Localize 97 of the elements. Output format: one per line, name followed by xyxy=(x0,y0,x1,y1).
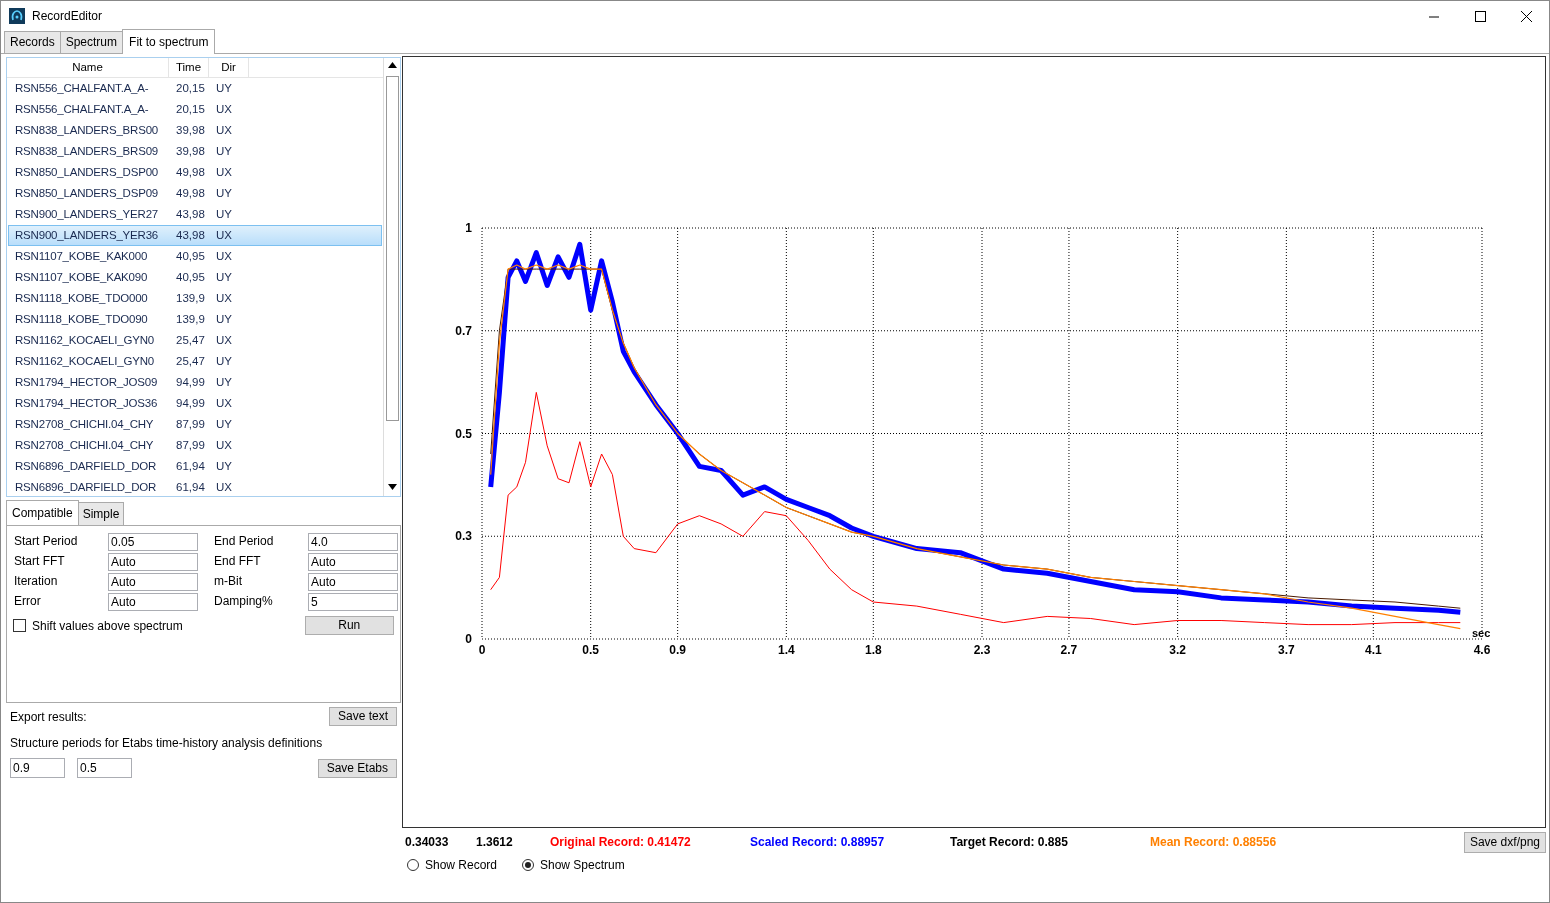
checkbox-label: Shift values above spectrum xyxy=(32,617,183,635)
export-label: Export results: xyxy=(10,708,87,726)
axis-tick-label: 3.7 xyxy=(1278,643,1295,657)
time-cell-text: 40,95 xyxy=(175,269,206,285)
dir-cell-text: UX xyxy=(215,437,233,453)
axis-tick-label: 0.9 xyxy=(669,643,686,657)
name-cell-text: RSN1107_KOBE_KAK090 xyxy=(14,269,149,285)
name-cell-text: RSN1118_KOBE_TDO090 xyxy=(14,311,149,327)
name-cell-text: RSN2708_CHICHI.04_CHY xyxy=(14,437,155,453)
time-cell-text: 94,99 xyxy=(175,395,206,411)
readout: Scaled Record: 0.88957 xyxy=(750,834,886,851)
time-cell-text: 61,94 xyxy=(175,458,206,474)
time-cell-text: 20,15 xyxy=(175,80,206,96)
dir-cell-text: UY xyxy=(215,185,233,201)
time-cell-text: 94,99 xyxy=(175,374,206,390)
dir-cell-text: UY xyxy=(215,143,233,159)
axis-tick-label: 0 xyxy=(465,632,472,646)
axis-tick-label: 2.7 xyxy=(1060,643,1078,657)
etabs-label: Structure periods for Etabs time-history analysis definitions xyxy=(10,735,324,752)
field-label: Start Period xyxy=(13,533,79,550)
axis-tick-label: 3.2 xyxy=(1169,643,1186,657)
name-cell-text: RSN1794_HECTOR_JOS36 xyxy=(14,395,159,411)
field-label: Iteration xyxy=(13,573,59,590)
readout: Original Record: 0.41472 xyxy=(550,834,692,851)
field-label: Start FFT xyxy=(13,553,66,570)
time-cell-text: 139,9 xyxy=(175,311,206,327)
dir-cell-text: UX xyxy=(215,479,233,495)
dir-cell-text: UY xyxy=(215,353,233,369)
dir-cell-text: UX xyxy=(215,164,233,180)
axis-tick-label: 1.4 xyxy=(778,643,795,657)
readout: Target Record: 0.885 xyxy=(950,834,1069,851)
dir-cell-text: UY xyxy=(215,416,233,432)
axis-tick-label: 1 xyxy=(465,221,472,235)
axis-tick-label: 0.7 xyxy=(455,323,472,338)
field-label: Error xyxy=(13,593,42,610)
name-cell-text: RSN1794_HECTOR_JOS09 xyxy=(14,374,159,390)
time-cell-text: 40,95 xyxy=(175,248,206,264)
dir-cell-text: UX xyxy=(215,395,233,411)
name-cell-text: RSN2708_CHICHI.04_CHY xyxy=(14,416,155,432)
name-cell-text: RSN900_LANDERS_YER27 xyxy=(14,206,160,222)
axis-tick-label: 2.3 xyxy=(973,643,991,657)
time-cell-text: 20,15 xyxy=(175,101,206,117)
name-cell-text: RSN1162_KOCAELI_GYN0 xyxy=(14,332,155,348)
time-cell-text: 43,98 xyxy=(175,206,206,222)
readout: Mean Record: 0.88556 xyxy=(1150,834,1278,851)
readout: 0.34033 xyxy=(405,834,450,851)
time-cell-text: 139,9 xyxy=(175,290,206,306)
dir-cell-text: UX xyxy=(215,122,233,138)
dir-cell-text: UX xyxy=(215,290,233,306)
name-cell-text: RSN838_LANDERS_BRS00 xyxy=(14,122,160,138)
radio-label: Show Spectrum xyxy=(540,857,625,874)
dir-cell-text: UX xyxy=(215,332,233,348)
time-cell-text: 43,98 xyxy=(175,227,206,243)
time-cell-text: 39,98 xyxy=(175,122,206,138)
field-label: End Period xyxy=(213,533,275,550)
dir-cell-text: UY xyxy=(215,269,233,285)
dir-cell-text: UX xyxy=(215,101,233,117)
name-cell-text: RSN556_CHALFANT.A_A- xyxy=(14,101,150,117)
time-cell-text: 87,99 xyxy=(175,437,206,453)
name-cell-text: RSN1107_KOBE_KAK000 xyxy=(14,248,149,264)
axis-tick-label: 1.8 xyxy=(864,643,882,657)
dir-cell-text: UX xyxy=(215,248,233,264)
dir-cell-text: UY xyxy=(215,206,233,222)
time-cell-text: 49,98 xyxy=(175,164,206,180)
name-cell-text: RSN900_LANDERS_YER36 xyxy=(14,227,160,243)
time-cell-text: 61,94 xyxy=(175,479,206,495)
axis-tick-label: 0.5 xyxy=(582,643,600,657)
field-label: Damping% xyxy=(213,593,274,610)
axis-tick-label: 4.6 xyxy=(1473,643,1491,657)
name-cell-text: RSN1118_KOBE_TDO000 xyxy=(14,290,149,306)
dir-cell-text: UY xyxy=(215,374,233,390)
axis-tick-label: 4.1 xyxy=(1364,643,1382,657)
name-cell-text: RSN850_LANDERS_DSP09 xyxy=(14,185,160,201)
field-label: m-Bit xyxy=(213,573,243,590)
radio-label: Show Record xyxy=(425,857,498,874)
field-label: End FFT xyxy=(213,553,262,570)
name-cell-text: RSN556_CHALFANT.A_A- xyxy=(14,80,150,96)
axis-tick-label: 0.3 xyxy=(455,529,472,544)
dir-cell-text: UY xyxy=(215,458,233,474)
time-cell-text: 25,47 xyxy=(175,332,206,348)
time-cell-text: 25,47 xyxy=(175,353,206,369)
name-cell-text: RSN850_LANDERS_DSP00 xyxy=(14,164,160,180)
time-cell-text: 87,99 xyxy=(175,416,206,432)
readout: 1.3612 xyxy=(476,834,514,851)
name-cell-text: RSN1162_KOCAELI_GYN0 xyxy=(14,353,155,369)
time-cell-text: 39,98 xyxy=(175,143,206,159)
axis-tick-label: 0 xyxy=(478,643,486,657)
axis-tick-label: 0.5 xyxy=(455,426,472,441)
axis-label: sec xyxy=(1472,627,1491,639)
name-cell-text: RSN6896_DARFIELD_DOR xyxy=(14,458,158,474)
dir-cell-text: UY xyxy=(215,311,233,327)
time-cell-text: 49,98 xyxy=(175,185,206,201)
name-cell-text: RSN838_LANDERS_BRS09 xyxy=(14,143,160,159)
window-title: RecordEditor xyxy=(32,8,103,25)
name-cell-text: RSN6896_DARFIELD_DOR xyxy=(14,479,158,495)
dir-cell-text: UX xyxy=(215,227,233,243)
dir-cell-text: UY xyxy=(215,80,233,96)
